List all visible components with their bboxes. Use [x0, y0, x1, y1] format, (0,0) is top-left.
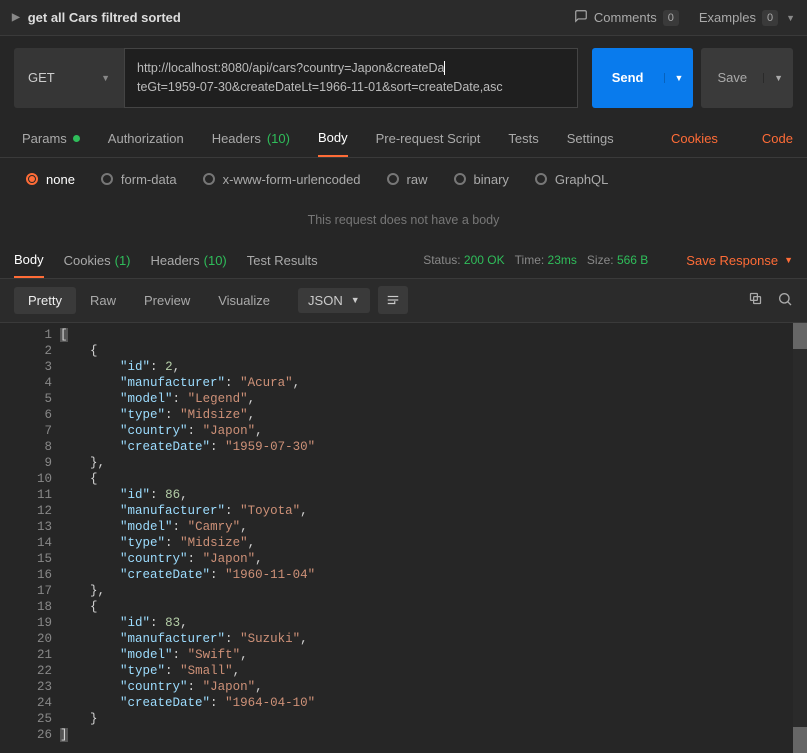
tab-headers[interactable]: Headers (10) [212, 120, 290, 157]
view-preview[interactable]: Preview [130, 287, 204, 314]
wrap-lines-icon[interactable] [378, 286, 408, 314]
tab-tests[interactable]: Tests [508, 120, 538, 157]
chevron-down-icon: ▼ [101, 73, 110, 83]
params-indicator-dot [73, 135, 80, 142]
examples-count: 0 [762, 10, 778, 26]
examples-button[interactable]: Examples 0 ▼ [699, 10, 795, 26]
radio-binary[interactable]: binary [454, 172, 509, 187]
request-tabs: Params Authorization Headers (10) Body P… [0, 120, 807, 158]
copy-icon[interactable] [748, 291, 763, 309]
http-method-select[interactable]: GET ▼ [14, 48, 124, 108]
view-raw[interactable]: Raw [76, 287, 130, 314]
resp-tab-body[interactable]: Body [14, 243, 44, 278]
response-code[interactable]: [ { "id": 2, "manufacturer": "Acura", "m… [60, 323, 807, 753]
save-dropdown[interactable]: ▼ [763, 73, 793, 83]
tab-authorization[interactable]: Authorization [108, 120, 184, 157]
chevron-down-icon: ▼ [786, 13, 795, 23]
chevron-down-icon: ▼ [351, 295, 360, 305]
body-type-selector: none form-data x-www-form-urlencoded raw… [0, 158, 807, 201]
comments-label: Comments [594, 10, 657, 25]
comments-count: 0 [663, 10, 679, 26]
comments-button[interactable]: Comments 0 [574, 9, 679, 26]
radio-none[interactable]: none [26, 172, 75, 187]
resp-tab-headers[interactable]: Headers (10) [151, 243, 227, 278]
view-visualize[interactable]: Visualize [204, 287, 284, 314]
save-response-button[interactable]: Save Response ▼ [686, 253, 793, 268]
save-button[interactable]: Save ▼ [701, 48, 793, 108]
search-icon[interactable] [777, 291, 793, 310]
empty-body-message: This request does not have a body [0, 201, 807, 243]
chevron-down-icon: ▼ [784, 255, 793, 265]
request-header: ▶ get all Cars filtred sorted Comments 0… [0, 0, 807, 36]
comment-icon [574, 9, 588, 26]
send-dropdown[interactable]: ▼ [664, 73, 694, 83]
code-link[interactable]: Code [762, 131, 793, 146]
collapse-chevron-icon[interactable]: ▶ [12, 12, 20, 23]
status-meta: Status: 200 OK Time: 23ms Size: 566 B [423, 253, 648, 267]
cookies-link[interactable]: Cookies [671, 131, 718, 146]
view-pretty[interactable]: Pretty [14, 287, 76, 314]
radio-graphql[interactable]: GraphQL [535, 172, 608, 187]
response-body-viewer[interactable]: 1234567891011121314151617181920212223242… [0, 323, 807, 753]
resp-tab-test-results[interactable]: Test Results [247, 243, 318, 278]
url-input[interactable]: http://localhost:8080/api/cars?country=J… [124, 48, 578, 108]
resp-tab-cookies[interactable]: Cookies (1) [64, 243, 131, 278]
radio-raw[interactable]: raw [387, 172, 428, 187]
line-gutter: 1234567891011121314151617181920212223242… [0, 323, 60, 753]
radio-form-data[interactable]: form-data [101, 172, 177, 187]
format-select[interactable]: JSON ▼ [298, 288, 370, 313]
tab-settings[interactable]: Settings [567, 120, 614, 157]
tab-prerequest[interactable]: Pre-request Script [376, 120, 481, 157]
request-title: get all Cars filtred sorted [28, 10, 181, 25]
send-button[interactable]: Send ▼ [592, 48, 694, 108]
tab-body[interactable]: Body [318, 120, 348, 157]
response-tabs: Body Cookies (1) Headers (10) Test Resul… [0, 243, 807, 279]
examples-label: Examples [699, 10, 756, 25]
vertical-scrollbar[interactable] [793, 323, 807, 753]
tab-params[interactable]: Params [22, 120, 80, 157]
radio-x-www-form-urlencoded[interactable]: x-www-form-urlencoded [203, 172, 361, 187]
http-method: GET [28, 70, 55, 85]
request-line: GET ▼ http://localhost:8080/api/cars?cou… [0, 36, 807, 120]
response-viewer-toolbar: Pretty Raw Preview Visualize JSON ▼ [0, 279, 807, 323]
